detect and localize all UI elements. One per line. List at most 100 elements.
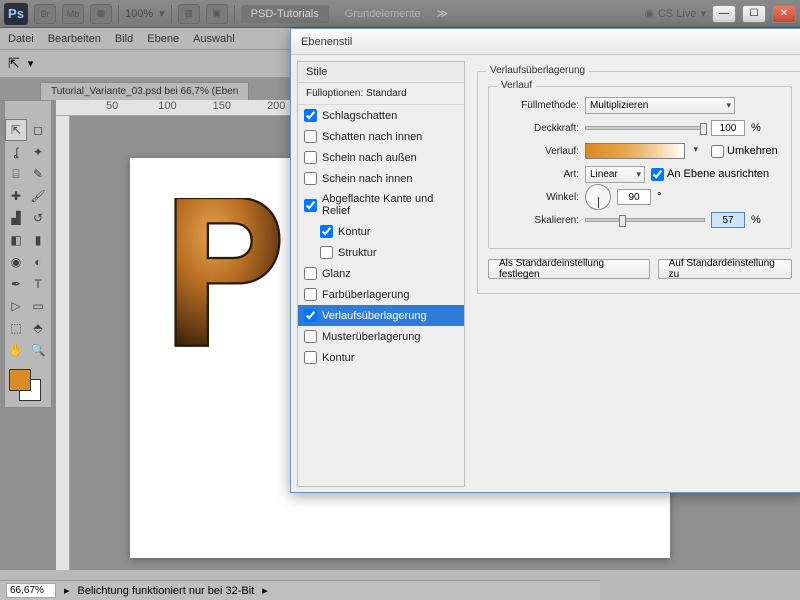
shape-tool[interactable]: ▭ — [27, 295, 49, 317]
layer-style-dialog: Ebenenstil Stile Fülloptionen: Standard … — [290, 28, 800, 493]
bridge-icon[interactable]: Br — [34, 4, 56, 24]
text-layer-p — [164, 198, 284, 348]
move-tool-icon: ⇱ — [8, 55, 20, 72]
eyedropper-tool[interactable]: ✎ — [27, 163, 49, 185]
document-tab[interactable]: Tutorial_Variante_03.psd bei 66,7% (Eben — [40, 82, 249, 100]
magic-wand-tool[interactable]: ✦ — [27, 141, 49, 163]
style-checkbox[interactable] — [320, 225, 333, 238]
pen-tool[interactable]: ✒ — [5, 273, 27, 295]
style-checkbox[interactable] — [304, 309, 317, 322]
style-checkbox[interactable] — [304, 151, 317, 164]
chevron-right-icon[interactable]: ▸ — [64, 584, 70, 597]
workspace-tab[interactable]: Grundelemente — [335, 5, 431, 23]
maximize-button[interactable]: ☐ — [742, 5, 766, 23]
style-item[interactable]: Musterüberlagerung — [298, 326, 464, 347]
crop-tool[interactable]: ⌸ — [5, 163, 27, 185]
blur-tool[interactable]: ◉ — [5, 251, 27, 273]
menu-item[interactable]: Bearbeiten — [48, 33, 101, 45]
path-select-tool[interactable]: ▷ — [5, 295, 27, 317]
make-default-button[interactable]: Als Standardeinstellung festlegen — [488, 259, 650, 279]
menu-item[interactable]: Bild — [115, 33, 133, 45]
screen-mode-icon[interactable]: ▣ — [206, 4, 228, 24]
style-label: Schatten nach innen — [322, 131, 422, 143]
opacity-input[interactable] — [711, 120, 745, 136]
stamp-tool[interactable]: ▟ — [5, 207, 27, 229]
style-item[interactable]: Schein nach außen — [298, 147, 464, 168]
style-item[interactable]: Schlagschatten — [298, 105, 464, 126]
angle-input[interactable] — [617, 189, 651, 205]
style-item[interactable]: Kontur — [298, 347, 464, 368]
marquee-tool[interactable]: ◻ — [27, 119, 49, 141]
hand-tool[interactable]: ✋ — [5, 339, 27, 361]
color-swatches[interactable] — [5, 367, 49, 407]
style-checkbox[interactable] — [304, 330, 317, 343]
menu-item[interactable]: Datei — [8, 33, 34, 45]
arrange-docs-icon[interactable]: ▥ — [178, 4, 200, 24]
style-checkbox[interactable] — [304, 351, 317, 364]
reset-default-button[interactable]: Auf Standardeinstellung zu — [658, 259, 792, 279]
style-item[interactable]: Kontur — [298, 221, 464, 242]
healing-tool[interactable]: ✚ — [5, 185, 27, 207]
chevron-right-icon[interactable]: ▸ — [262, 584, 268, 597]
zoom-level[interactable]: 100% — [125, 8, 153, 20]
style-item[interactable]: Glanz — [298, 263, 464, 284]
dropdown-icon[interactable]: ▾ — [28, 57, 34, 70]
brush-tool[interactable]: 🖌 — [27, 185, 49, 207]
style-checkbox[interactable] — [304, 199, 317, 212]
minimize-button[interactable]: — — [712, 5, 736, 23]
angle-label: Winkel: — [499, 192, 579, 203]
gradient-preview[interactable] — [585, 143, 685, 159]
style-item[interactable]: Schein nach innen — [298, 168, 464, 189]
style-item[interactable]: Schatten nach innen — [298, 126, 464, 147]
angle-dial[interactable] — [585, 184, 611, 210]
zoom-tool[interactable]: 🔍 — [27, 339, 49, 361]
dodge-tool[interactable]: ◐ — [27, 251, 49, 273]
align-checkbox[interactable]: An Ebene ausrichten — [651, 168, 769, 181]
workspace-tab[interactable]: PSD-Tutorials — [241, 5, 329, 23]
style-item[interactable]: Verlaufsüberlagerung — [298, 305, 464, 326]
eraser-tool[interactable]: ◧ — [5, 229, 27, 251]
3d-tool[interactable]: ⬚ — [5, 317, 27, 339]
style-checkbox[interactable] — [304, 288, 317, 301]
dialog-title-bar[interactable]: Ebenenstil — [291, 29, 800, 55]
gradient-tool[interactable]: ▮ — [27, 229, 49, 251]
workspace-more-icon[interactable]: ≫ — [437, 7, 449, 20]
3d-camera-tool[interactable]: ⬘ — [27, 317, 49, 339]
scale-input[interactable] — [711, 212, 745, 228]
menu-item[interactable]: Auswahl — [193, 33, 235, 45]
view-extras-icon[interactable]: ▦ — [90, 4, 112, 24]
style-checkbox[interactable] — [304, 267, 317, 280]
reverse-checkbox[interactable]: Umkehren — [711, 145, 778, 158]
move-tool[interactable]: ⇱ — [5, 119, 27, 141]
style-item[interactable]: Abgeflachte Kante und Relief — [298, 189, 464, 221]
minibridge-icon[interactable]: Mb — [62, 4, 84, 24]
cs-live[interactable]: ◉ CS Live ▾ — [644, 7, 706, 20]
status-bar: ▸ Belichtung funktioniert nur bei 32-Bit… — [0, 580, 600, 600]
style-checkbox[interactable] — [304, 109, 317, 122]
menu-item[interactable]: Ebene — [147, 33, 179, 45]
pct-label: % — [751, 122, 761, 134]
blend-mode-select[interactable]: Multiplizieren — [585, 97, 735, 114]
zoom-field[interactable] — [6, 583, 56, 598]
style-item[interactable]: Farbüberlagerung — [298, 284, 464, 305]
ruler-vertical — [56, 116, 70, 570]
styles-header[interactable]: Stile — [298, 62, 464, 83]
style-label: Musterüberlagerung — [322, 331, 420, 343]
scale-slider[interactable] — [585, 218, 705, 222]
opacity-label: Deckkraft: — [499, 123, 579, 134]
blending-options[interactable]: Fülloptionen: Standard — [298, 83, 464, 105]
foreground-color-swatch[interactable] — [9, 369, 31, 391]
style-label: Schein nach innen — [322, 173, 413, 185]
lasso-tool[interactable]: ʆ — [5, 141, 27, 163]
close-button[interactable]: ✕ — [772, 5, 796, 23]
style-select[interactable]: Linear — [585, 166, 645, 183]
type-tool[interactable]: T — [27, 273, 49, 295]
history-brush-tool[interactable]: ↺ — [27, 207, 49, 229]
opacity-slider[interactable] — [585, 126, 705, 130]
style-checkbox[interactable] — [320, 246, 333, 259]
settings-title: Verlaufsüberlagerung — [486, 65, 589, 76]
dropdown-icon[interactable]: ▾ — [159, 7, 165, 20]
style-checkbox[interactable] — [304, 130, 317, 143]
style-checkbox[interactable] — [304, 172, 317, 185]
style-item[interactable]: Struktur — [298, 242, 464, 263]
